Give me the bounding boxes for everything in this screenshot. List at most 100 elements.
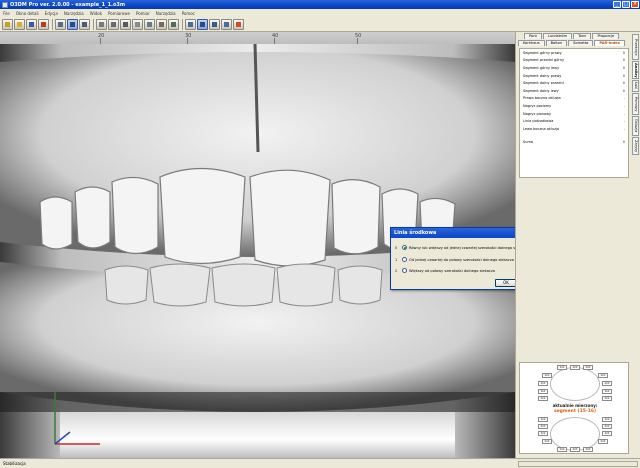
print-icon[interactable]: [38, 18, 49, 30]
cut-icon[interactable]: [156, 18, 167, 30]
pan-icon[interactable]: [209, 18, 220, 30]
list-item[interactable]: Segment przedni górny 0: [520, 57, 628, 65]
list-item[interactable]: Prawa boczna okluzja -: [520, 95, 628, 103]
menu-item[interactable]: Okno detali: [16, 11, 39, 16]
tab-tonn[interactable]: Tonn: [573, 33, 592, 39]
save-icon[interactable]: [26, 18, 37, 30]
side-tab-luki[interactable]: Łuki: [632, 80, 639, 92]
list-item[interactable]: Segment dolny przedni 0: [520, 79, 628, 87]
measurement-label: Segment górny prawy: [523, 50, 562, 55]
toolbar-separator: [52, 18, 53, 30]
ruler-label: 50: [355, 33, 362, 39]
menu-item[interactable]: Pomiar: [136, 11, 150, 16]
tab-sometta[interactable]: Sometta: [568, 40, 594, 46]
tooth-value-box[interactable]: 0,0: [583, 365, 593, 370]
list-item[interactable]: Segment górny lewy 0: [520, 64, 628, 72]
side-tab-zarysy[interactable]: Zarysy: [632, 137, 639, 155]
menu-item[interactable]: Narzędzia: [156, 11, 176, 16]
layers-icon[interactable]: [144, 18, 155, 30]
tooth-value-box[interactable]: 0,0: [538, 431, 548, 436]
tooth-value-box[interactable]: 0,0: [602, 424, 612, 429]
tooth-value-box[interactable]: 0,0: [538, 424, 548, 429]
suma-row: Suma 0: [520, 139, 628, 147]
measurement-list: Segment górny prawy 0 Segment przedni gór…: [519, 48, 629, 178]
list-item[interactable]: Segment dolny lewy 0: [520, 87, 628, 95]
list-item[interactable]: Lewa boczna okluzja -: [520, 125, 628, 133]
tooth-value-box[interactable]: 0,0: [598, 373, 608, 378]
tab-lundstrom[interactable]: Lundström: [542, 33, 573, 39]
tooth-value-box[interactable]: 0,0: [570, 365, 580, 370]
measure-icon[interactable]: [120, 18, 131, 30]
measurement-label: Linia pośrodkowa: [523, 119, 554, 124]
tooth-value-box[interactable]: 0,0: [557, 447, 567, 452]
side-tab-analizy[interactable]: Analizy: [632, 61, 639, 79]
menu-item[interactable]: Pomoc: [182, 11, 195, 16]
tab-proporcje[interactable]: Proporcje: [592, 33, 620, 39]
tooth-value-box[interactable]: 0,0: [602, 431, 612, 436]
side-tab-okluzja[interactable]: Okluzja: [632, 116, 639, 136]
tab-par-index[interactable]: PAR-Index: [594, 40, 625, 46]
tooth-value-box[interactable]: 0,0: [542, 439, 552, 444]
suma-value: 0: [622, 140, 625, 145]
zoom-icon[interactable]: [197, 18, 208, 30]
dialog-option-0[interactable]: 0 Równy lub większy od jednej czwartej s…: [395, 245, 515, 250]
menu-item[interactable]: File: [3, 11, 10, 16]
dialog-option-2[interactable]: 2 Większy od połowy szerokości dolnego s…: [395, 268, 495, 273]
top-ruler: 20 30 40 50: [0, 32, 515, 44]
open-folder-icon[interactable]: [14, 18, 25, 30]
view-top-icon[interactable]: [96, 18, 107, 30]
list-item[interactable]: Nagryz pionowy -: [520, 110, 628, 118]
tooth-value-box[interactable]: 0,0: [570, 447, 580, 452]
section-icon[interactable]: [168, 18, 179, 30]
tooth-value-box[interactable]: 0,0: [538, 396, 548, 401]
tooth-value-box[interactable]: 0,0: [583, 447, 593, 452]
option-label: Od jednej czwartej do połowy szerokości …: [409, 257, 514, 262]
tab-pont[interactable]: Pont: [524, 33, 542, 39]
list-item[interactable]: Segment dolny prawy 0: [520, 72, 628, 80]
menu-item[interactable]: Edycja: [45, 11, 58, 16]
view-side-icon[interactable]: [79, 18, 90, 30]
tooth-value-box[interactable]: 0,0: [602, 389, 612, 394]
tooth-value-box[interactable]: 0,0: [538, 381, 548, 386]
minimize-button[interactable]: _: [613, 1, 621, 8]
view-occlusal-icon[interactable]: [108, 18, 119, 30]
maximize-button[interactable]: □: [622, 1, 630, 8]
grid-icon[interactable]: [132, 18, 143, 30]
measurement-value: -: [623, 119, 625, 124]
tab-bolton[interactable]: Bolton: [545, 40, 568, 46]
list-item[interactable]: Nagryz poziomy -: [520, 102, 628, 110]
toolbar-separator: [182, 18, 183, 30]
tab-korkhaus[interactable]: Korkhaus: [518, 40, 545, 46]
dialog-option-1[interactable]: 1 Od jednej czwartej do połowy szerokośc…: [395, 257, 514, 262]
radio-button[interactable]: [402, 257, 407, 262]
reset-view-icon[interactable]: [233, 18, 244, 30]
tooth-value-box[interactable]: 0,0: [602, 381, 612, 386]
ok-button[interactable]: OK: [495, 279, 517, 287]
tooth-value-box[interactable]: 0,0: [602, 417, 612, 422]
undo-icon[interactable]: [55, 18, 66, 30]
radio-button[interactable]: [402, 245, 407, 250]
menu-item[interactable]: Pomiarowe: [108, 11, 130, 16]
side-tab-pomiary[interactable]: Pomiary: [632, 93, 639, 115]
side-tab-przekroje[interactable]: Przekroje: [632, 34, 639, 60]
menu-item[interactable]: Narzędzia: [64, 11, 84, 16]
tooth-value-box[interactable]: 0,0: [557, 365, 567, 370]
tooth-value-box[interactable]: 0,0: [538, 417, 548, 422]
rotate-icon[interactable]: [185, 18, 196, 30]
ruler-label: 30: [185, 33, 192, 39]
menu-item[interactable]: Widok: [90, 11, 102, 16]
lower-arch: [550, 417, 600, 451]
list-item[interactable]: Segment górny prawy 0: [520, 49, 628, 57]
list-item[interactable]: Linia pośrodkowa -: [520, 117, 628, 125]
tooth-value-box[interactable]: 0,0: [598, 439, 608, 444]
light-icon[interactable]: [221, 18, 232, 30]
tooth-value-box[interactable]: 0,0: [538, 389, 548, 394]
view-front-icon[interactable]: [67, 18, 78, 30]
measurement-label: Segment dolny lewy: [523, 88, 559, 93]
tooth-value-box[interactable]: 0,0: [602, 396, 612, 401]
dialog-title-bar: Linia środkowa ×: [391, 228, 530, 238]
close-button[interactable]: ×: [631, 1, 639, 8]
new-file-icon[interactable]: [2, 18, 13, 30]
radio-button[interactable]: [402, 268, 407, 273]
tooth-value-box[interactable]: 0,0: [542, 373, 552, 378]
